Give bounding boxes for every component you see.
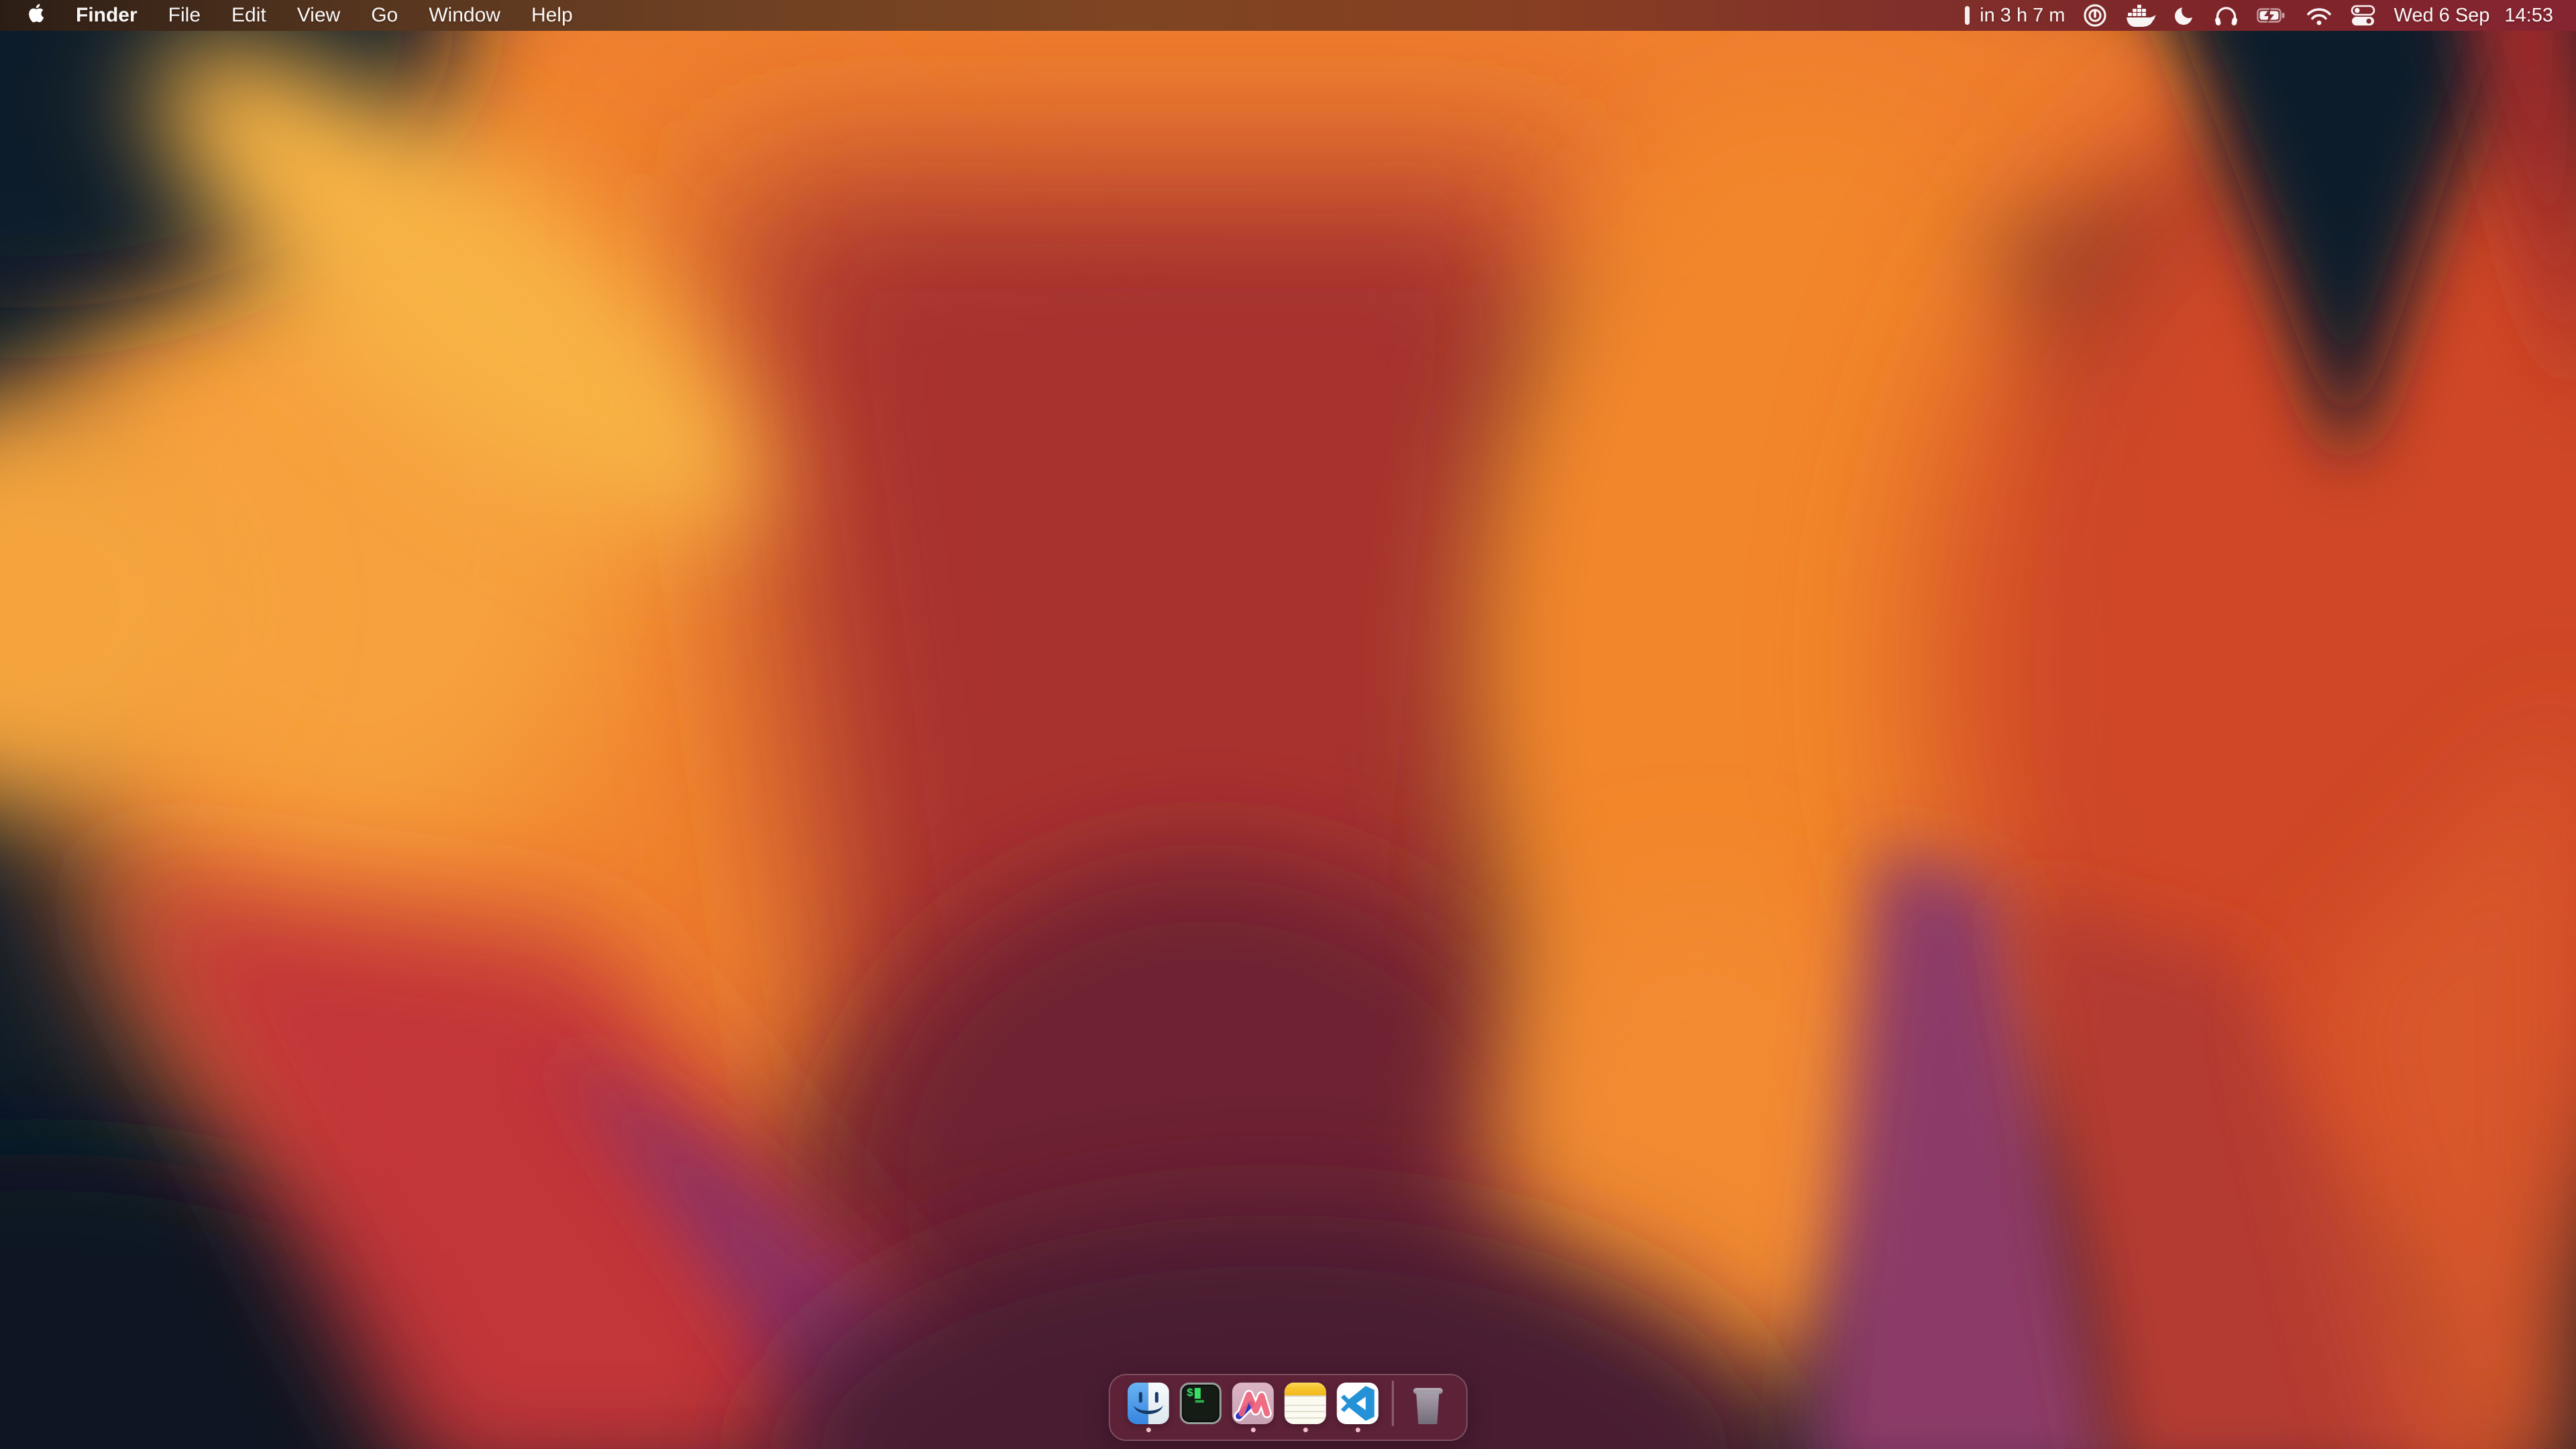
dock-item-terminal[interactable]: $ [1180,1383,1222,1432]
arc-browser-icon [1232,1383,1274,1424]
running-indicator [1426,1428,1430,1432]
menu-bar-left: Finder File Edit View Go Window Help [27,0,573,31]
dock-item-arc[interactable] [1232,1383,1274,1432]
timer-bar-icon[interactable] [1965,6,1970,25]
menu-item-edit[interactable]: Edit [231,0,266,31]
desktop-wallpaper [0,0,2576,1449]
docker-icon[interactable] [2125,4,2156,27]
running-indicator [1303,1428,1307,1432]
running-indicator [1355,1428,1360,1432]
moon-focus-icon[interactable] [2174,5,2196,26]
wifi-icon[interactable] [2306,5,2332,25]
dock-separator [1392,1381,1394,1426]
trash-icon [1407,1383,1448,1424]
menu-item-window[interactable]: Window [429,0,500,31]
battery-charging-icon[interactable] [2257,7,2288,24]
vscode-icon [1337,1383,1379,1424]
menu-item-view[interactable]: View [297,0,340,31]
menu-item-help[interactable]: Help [531,0,573,31]
clock-time: 14:53 [2504,5,2553,27]
notes-icon [1285,1383,1326,1424]
dock: $ [1109,1374,1468,1441]
menu-item-go[interactable]: Go [371,0,398,31]
menu-bar-clock[interactable]: Wed 6 Sep 14:53 [2394,5,2553,27]
clock-date: Wed 6 Sep [2394,5,2489,27]
menu-item-file[interactable]: File [168,0,201,31]
menu-bar: Finder File Edit View Go Window Help in … [0,0,2576,31]
terminal-icon: $ [1180,1383,1222,1424]
headphones-icon[interactable] [2214,4,2239,27]
apple-icon [27,3,45,29]
dock-item-trash[interactable] [1407,1383,1448,1432]
menu-item-finder[interactable]: Finder [76,0,138,31]
dock-item-finder[interactable] [1128,1383,1169,1432]
control-center-icon[interactable] [2351,5,2375,27]
terminal-prompt-glyph: $ [1187,1388,1193,1399]
onepassword-icon[interactable] [2083,3,2107,28]
menu-bar-status: in 3 h 7 m [1965,3,2553,28]
apple-menu[interactable] [27,3,45,29]
dock-item-vscode[interactable] [1337,1383,1379,1432]
timer-countdown-label[interactable]: in 3 h 7 m [1980,5,2065,27]
dock-item-notes[interactable] [1285,1383,1326,1432]
running-indicator [1146,1428,1150,1432]
running-indicator [1198,1428,1203,1432]
running-indicator [1250,1428,1255,1432]
finder-icon [1128,1383,1169,1424]
